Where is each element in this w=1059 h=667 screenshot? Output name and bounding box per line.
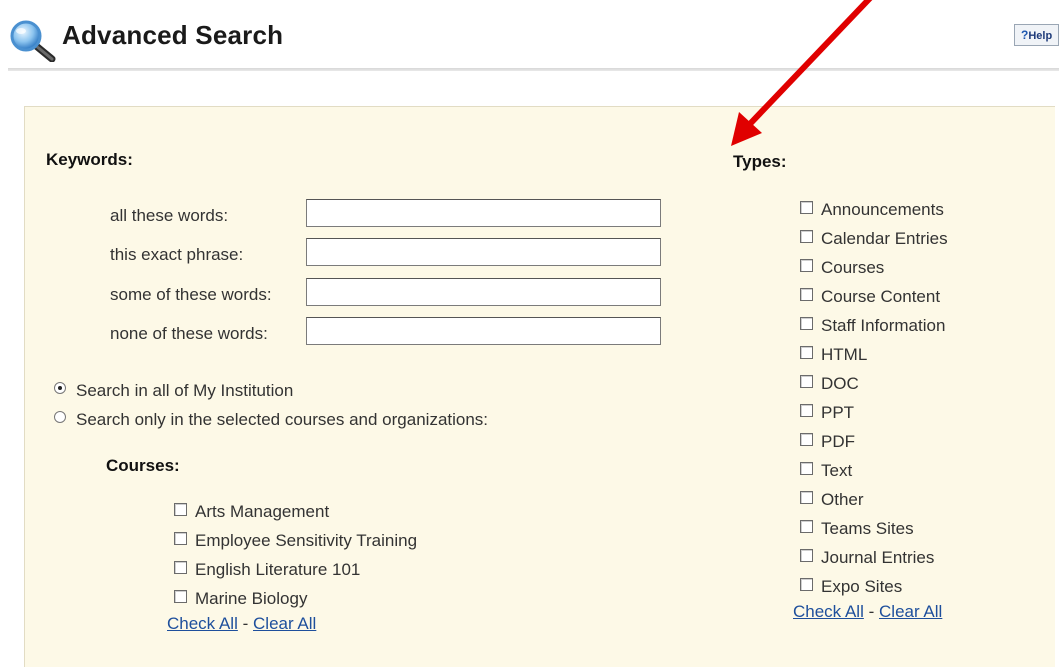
none-words-label: none of these words: (110, 324, 268, 343)
type-label: Announcements (821, 200, 944, 219)
some-words-label: some of these words: (110, 285, 272, 304)
courses-heading: Courses: (106, 456, 180, 475)
type-item[interactable]: Course Content (800, 287, 940, 307)
type-label: DOC (821, 374, 859, 393)
type-item[interactable]: Expo Sites (800, 577, 902, 597)
type-label: Course Content (821, 287, 941, 306)
type-label: HTML (821, 345, 868, 364)
types-heading: Types: (733, 152, 787, 171)
type-item[interactable]: PPT (800, 403, 854, 423)
type-checkbox[interactable] (800, 462, 813, 475)
type-label: Other (821, 490, 864, 509)
all-words-label: all these words: (110, 206, 229, 225)
courses-clear-all-link[interactable]: Clear All (253, 614, 316, 633)
type-checkbox[interactable] (800, 404, 813, 417)
courses-check-all-link[interactable]: Check All (167, 614, 238, 633)
course-label: Marine Biology (195, 589, 308, 608)
scope-selected-radio[interactable] (54, 411, 66, 423)
type-label: Staff Information (821, 316, 946, 335)
course-item[interactable]: Marine Biology (174, 589, 307, 609)
type-label: PPT (821, 403, 855, 422)
type-checkbox[interactable] (800, 520, 813, 533)
scope-all-radio[interactable] (54, 382, 66, 394)
type-checkbox[interactable] (800, 491, 813, 504)
course-label: Arts Management (195, 502, 330, 521)
type-item[interactable]: Calendar Entries (800, 229, 948, 249)
type-item[interactable]: Courses (800, 258, 884, 278)
course-checkbox[interactable] (174, 532, 187, 545)
types-check-all-link[interactable]: Check All (793, 602, 864, 621)
scope-selected-label: Search only in the selected courses and … (76, 410, 489, 429)
course-label: English Literature 101 (195, 560, 361, 579)
type-item[interactable]: Journal Entries (800, 548, 934, 568)
page-header: Advanced Search ?Help (0, 0, 1059, 72)
help-button[interactable]: ?Help (1014, 24, 1059, 46)
keywords-heading: Keywords: (46, 150, 133, 169)
type-item[interactable]: PDF (800, 432, 855, 452)
type-item[interactable]: Teams Sites (800, 519, 914, 539)
page-title: Advanced Search (62, 20, 284, 50)
types-link-separator: - (868, 602, 875, 621)
type-checkbox[interactable] (800, 346, 813, 359)
type-label: Journal Entries (821, 548, 935, 567)
type-label: Courses (821, 258, 885, 277)
type-checkbox[interactable] (800, 433, 813, 446)
course-checkbox[interactable] (174, 561, 187, 574)
none-words-input[interactable] (306, 317, 661, 345)
type-label: Calendar Entries (821, 229, 948, 248)
type-label: Teams Sites (821, 519, 914, 538)
type-item[interactable]: HTML (800, 345, 867, 365)
types-clear-all-link[interactable]: Clear All (879, 602, 942, 621)
types-bulk-actions: Check All - Clear All (793, 602, 942, 622)
header-divider (8, 68, 1059, 71)
all-words-input[interactable] (306, 199, 661, 227)
course-checkbox[interactable] (174, 590, 187, 603)
some-words-input[interactable] (306, 278, 661, 306)
help-label: Help (1028, 30, 1053, 42)
type-label: Expo Sites (821, 577, 903, 596)
type-checkbox[interactable] (800, 317, 813, 330)
type-item[interactable]: Announcements (800, 200, 944, 220)
type-checkbox[interactable] (800, 288, 813, 301)
course-item[interactable]: Arts Management (174, 502, 329, 522)
type-item[interactable]: Staff Information (800, 316, 945, 336)
course-checkbox[interactable] (174, 503, 187, 516)
exact-phrase-input[interactable] (306, 238, 661, 266)
type-item[interactable]: DOC (800, 374, 859, 394)
exact-phrase-label: this exact phrase: (110, 245, 244, 264)
type-item[interactable]: Other (800, 490, 864, 510)
course-item[interactable]: English Literature 101 (174, 560, 360, 580)
type-checkbox[interactable] (800, 578, 813, 591)
type-checkbox[interactable] (800, 259, 813, 272)
type-checkbox[interactable] (800, 375, 813, 388)
type-label: PDF (821, 432, 855, 451)
magnifier-icon (10, 20, 56, 62)
scope-all-label: Search in all of My Institution (76, 381, 294, 400)
type-item[interactable]: Text (800, 461, 852, 481)
course-item[interactable]: Employee Sensitivity Training (174, 531, 417, 551)
type-checkbox[interactable] (800, 201, 813, 214)
scope-selected-option[interactable]: Search only in the selected courses and … (54, 410, 488, 430)
scope-all-option[interactable]: Search in all of My Institution (54, 381, 293, 401)
course-label: Employee Sensitivity Training (195, 531, 418, 550)
courses-bulk-actions: Check All - Clear All (167, 614, 316, 634)
type-checkbox[interactable] (800, 230, 813, 243)
type-label: Text (821, 461, 853, 480)
courses-link-separator: - (242, 614, 249, 633)
type-checkbox[interactable] (800, 549, 813, 562)
